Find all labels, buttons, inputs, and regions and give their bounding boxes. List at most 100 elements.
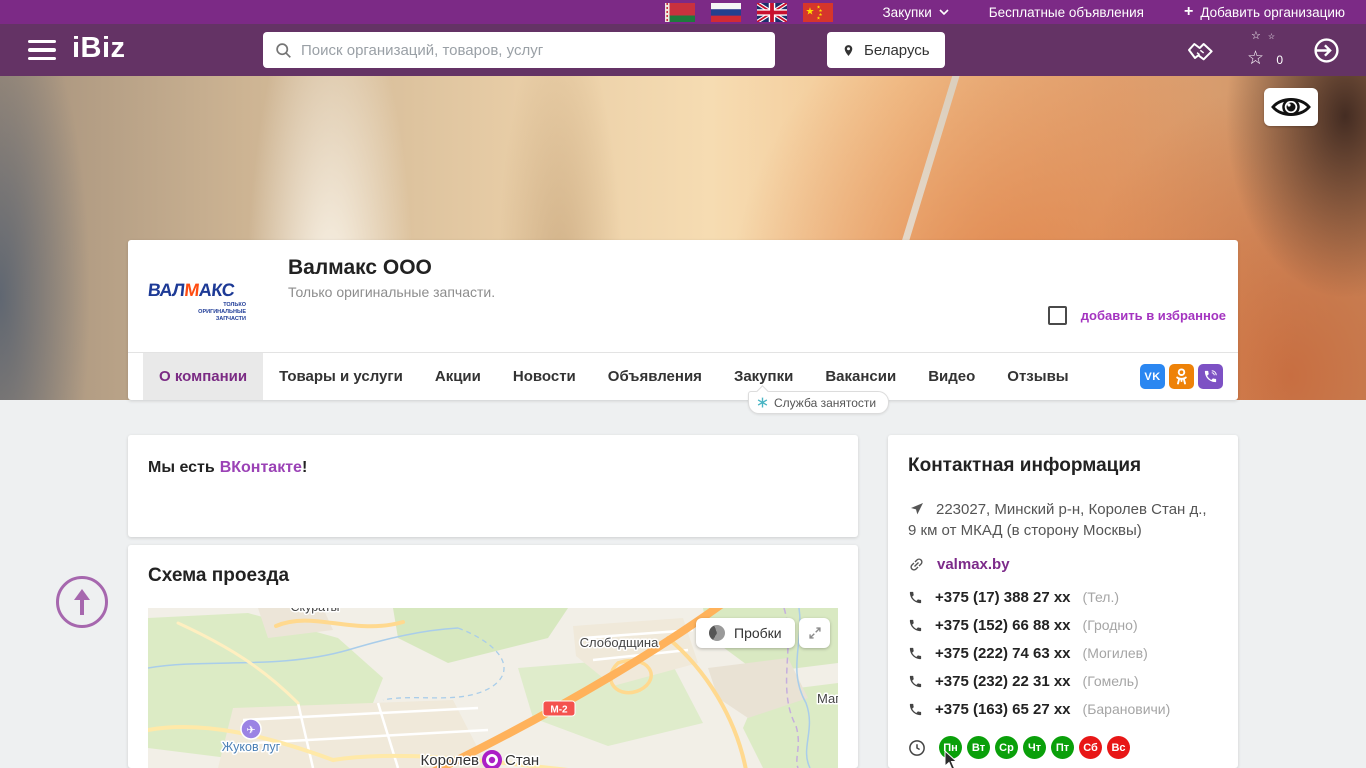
svg-text:★: ★ (805, 6, 814, 17)
favorite-label[interactable]: добавить в избранное (1081, 308, 1226, 323)
company-logo: ВАЛМАКС ТОЛЬКО ОРИГИНАЛЬНЫЕ ЗАПЧАСТИ (147, 280, 246, 323)
schedule-day[interactable]: Вт (967, 736, 990, 759)
partnership-button[interactable] (1185, 37, 1217, 63)
tab-about[interactable]: О компании (143, 353, 264, 400)
address-row: 223027, Минский р-н, Королев Стан д., 9 … (908, 499, 1218, 541)
phone-row: +375 (17) 388 27 xx (Тел.) (908, 583, 1218, 611)
ok-social-button[interactable] (1169, 364, 1194, 389)
map-label-meadow: Жуков луг (222, 740, 281, 754)
tab-ads[interactable]: Объявления (592, 353, 718, 400)
schedule-day[interactable]: Пн (939, 736, 962, 759)
star-icon: ☆ (1247, 48, 1265, 69)
vk-announce-card: Мы есть ВКонтакте! (128, 435, 858, 537)
language-flags: ★ ★ ★ ★ ★ (664, 2, 833, 22)
procurement-label: Закупки (882, 4, 932, 20)
phone-list: +375 (17) 388 27 xx (Тел.) +375 (152) 66… (908, 583, 1218, 723)
phone-icon (909, 591, 922, 603)
star-icon: ☆ (1267, 32, 1275, 41)
route-map[interactable]: ✈ Слободщина Жуков луг Маги Скураты Коро… (148, 608, 838, 768)
flag-uk-icon[interactable] (756, 2, 787, 22)
map-label-city-2: Стан (505, 752, 539, 768)
clock-icon (908, 739, 926, 757)
tab-products[interactable]: Товары и услуги (263, 353, 419, 400)
flag-belarus-icon[interactable] (664, 2, 695, 22)
scroll-to-top-button[interactable] (56, 576, 108, 628)
location-button[interactable]: Беларусь (827, 32, 945, 68)
add-to-favorites: добавить в избранное (1047, 306, 1226, 325)
procurement-menu[interactable]: Закупки (883, 5, 949, 20)
page: ★ ★ ★ ★ ★ Закупки Бесплатные объявления … (0, 0, 1366, 768)
schedule-day[interactable]: Вс (1107, 736, 1130, 759)
phone-row: +375 (232) 22 31 xx (Гомель) (908, 667, 1218, 695)
map-card-title: Схема проезда (148, 565, 290, 586)
schedule-day[interactable]: Сб (1079, 736, 1102, 759)
add-organization-link[interactable]: + Добавить организацию (1184, 4, 1345, 20)
phone-icon (909, 647, 922, 659)
company-tabs: О компании Товары и услуги Акции Новости… (128, 352, 1238, 400)
login-icon (1314, 37, 1339, 63)
favorites-count: 0 (1276, 53, 1283, 67)
header-icons: ☆ ☆ ☆ 0 (1185, 24, 1340, 76)
company-card: ВАЛМАКС ТОЛЬКО ОРИГИНАЛЬНЫЕ ЗАПЧАСТИ Вал… (128, 240, 1238, 400)
login-button[interactable] (1313, 37, 1340, 64)
vkontakte-link[interactable]: ВКонтакте (220, 459, 302, 476)
phone-icon (909, 619, 922, 631)
employment-service-tooltip: Служба занятости (748, 391, 890, 414)
map-card: Схема проезда ✈ Слободщина Жуков луг Маг… (128, 545, 858, 768)
working-days-row: Пн Вт Ср Чт Пт Сб Вс (908, 736, 1218, 759)
tab-news[interactable]: Новости (497, 353, 592, 400)
search-icon (276, 42, 291, 58)
search-bar (263, 32, 775, 68)
topbar: ★ ★ ★ ★ ★ Закупки Бесплатные объявления … (0, 0, 1366, 24)
tab-reviews[interactable]: Отзывы (991, 353, 1084, 400)
menu-burger-icon[interactable] (28, 40, 56, 60)
site-logo[interactable]: iBiz (72, 32, 126, 65)
odnoklassniki-icon (1176, 368, 1187, 385)
plus-icon: + (1183, 3, 1194, 20)
company-address: 223027, Минский р-н, Королев Стан д., 9 … (908, 501, 1207, 539)
phone-row: +375 (222) 74 63 xx (Могилев) (908, 639, 1218, 667)
schedule-day[interactable]: Чт (1023, 736, 1046, 759)
social-buttons: VK (1140, 364, 1223, 389)
free-ads-link[interactable]: Бесплатные объявления (989, 5, 1144, 20)
contact-info-title: Контактная информация (908, 455, 1142, 476)
search-input[interactable] (301, 41, 763, 59)
map-pin-icon (844, 44, 853, 56)
star-icon: ☆ (1251, 30, 1261, 42)
chevron-down-icon (939, 9, 949, 15)
website-link[interactable]: valmax.by (937, 556, 1010, 573)
accessibility-eye-button[interactable] (1264, 88, 1318, 126)
company-name: Валмакс ООО (288, 256, 432, 279)
tab-promotions[interactable]: Акции (419, 353, 497, 400)
favorite-checkbox[interactable] (1047, 306, 1067, 325)
phone-icon (909, 675, 922, 687)
schedule-day[interactable]: Пт (1051, 736, 1074, 759)
website-row: valmax.by (908, 556, 1218, 573)
company-tagline: Только оригинальные запчасти. (288, 284, 496, 300)
map-label-city-1: Королев (421, 752, 480, 768)
map-label-clipped-right: Маги (817, 691, 838, 706)
header: iBiz Беларусь ☆ ☆ ☆ (0, 24, 1366, 76)
flag-china-icon[interactable]: ★ ★ ★ ★ ★ (802, 2, 833, 22)
vk-line-suffix: ! (301, 459, 308, 476)
traffic-button[interactable]: Пробки (696, 618, 795, 648)
favorites-button[interactable]: ☆ ☆ ☆ 0 (1247, 31, 1283, 69)
contact-info-card: Контактная информация 223027, Минский р-… (888, 435, 1238, 768)
expand-icon (808, 627, 821, 639)
phone-icon (909, 703, 922, 715)
traffic-light-icon (709, 625, 725, 641)
location-label: Беларусь (864, 41, 930, 59)
viber-social-button[interactable] (1198, 364, 1223, 389)
handshake-icon (1188, 43, 1213, 61)
flag-russia-icon[interactable] (710, 2, 741, 22)
schedule-day[interactable]: Ср (995, 736, 1018, 759)
vk-line-prefix: Мы есть (148, 459, 215, 476)
tab-video[interactable]: Видео (912, 353, 991, 400)
phone-row: +375 (152) 66 88 xx (Гродно) (908, 611, 1218, 639)
vk-social-button[interactable]: VK (1140, 364, 1165, 389)
map-expand-button[interactable] (799, 618, 830, 648)
employment-service-icon (757, 397, 768, 408)
meadow-marker-glyph: ✈ (246, 725, 255, 737)
eye-icon (1271, 98, 1311, 116)
phone-row: +375 (163) 65 27 xx (Барановичи) (908, 695, 1218, 723)
